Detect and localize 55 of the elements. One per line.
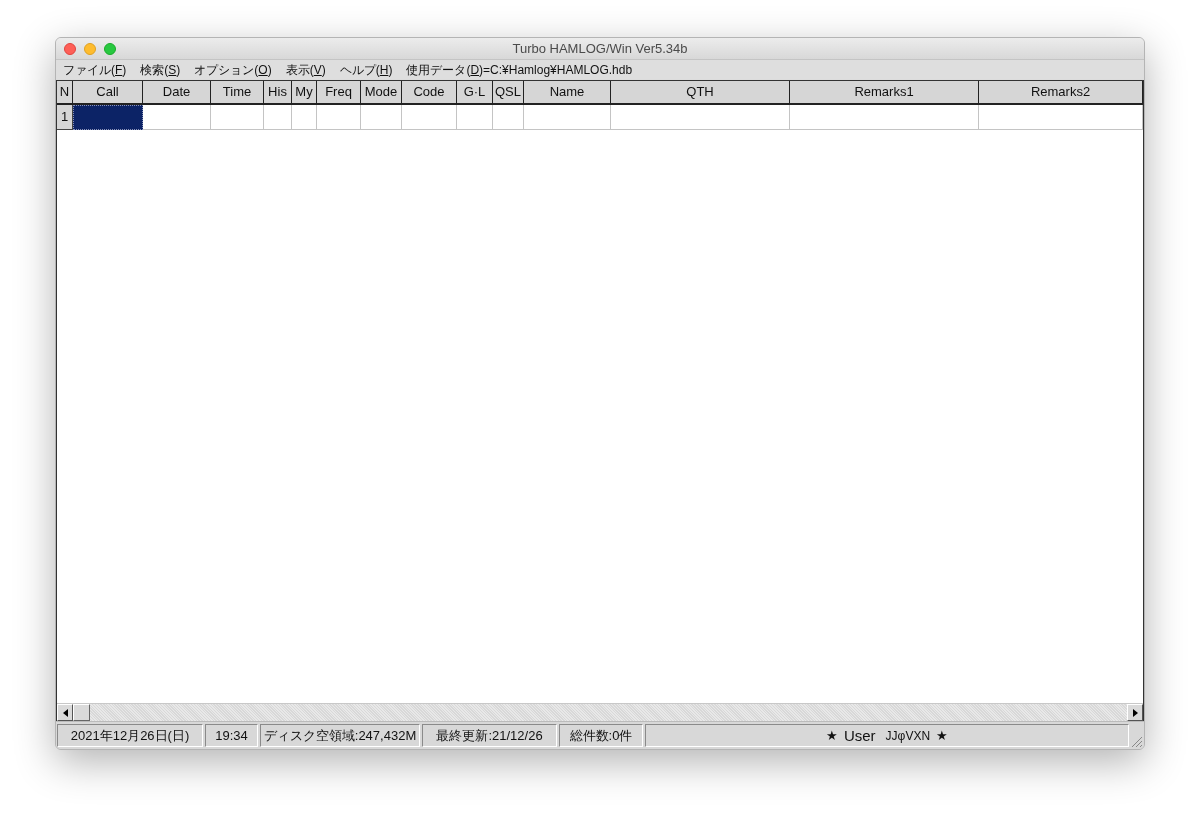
menu-item[interactable]: 検索(S) xyxy=(139,63,182,76)
table-cell[interactable] xyxy=(611,105,790,130)
triangle-right-icon xyxy=(1132,708,1138,717)
table-cell[interactable] xyxy=(457,105,493,130)
menu-item[interactable]: 使用データ(D)=C:¥Hamlog¥HAMLOG.hdb xyxy=(405,63,634,76)
row-number: 1 xyxy=(57,105,73,130)
zoom-button[interactable] xyxy=(104,42,116,55)
column-header[interactable]: N xyxy=(57,81,73,103)
table-cell[interactable] xyxy=(317,105,361,130)
column-header[interactable]: Name xyxy=(524,81,611,103)
column-header[interactable]: My xyxy=(292,81,317,103)
column-header[interactable]: Date xyxy=(143,81,211,103)
table-cell[interactable] xyxy=(211,105,264,130)
window-title: Turbo HAMLOG/Win Ver5.34b xyxy=(512,42,688,55)
table-cell[interactable] xyxy=(493,105,524,130)
column-header[interactable]: His xyxy=(264,81,292,103)
status-panel: 総件数:0件 xyxy=(559,724,643,747)
table-cell[interactable] xyxy=(264,105,292,130)
resize-grip-icon xyxy=(1131,736,1143,748)
column-header[interactable]: QTH xyxy=(611,81,790,103)
table-cell[interactable] xyxy=(361,105,402,130)
callsign-text: JJφVXN xyxy=(885,729,931,742)
column-header[interactable]: Remarks2 xyxy=(979,81,1143,103)
triangle-left-icon xyxy=(62,708,68,717)
scroll-left-button[interactable] xyxy=(57,704,73,721)
status-panel: 2021年12月26日(日) xyxy=(57,724,203,747)
scroll-right-button[interactable] xyxy=(1127,704,1143,721)
column-header[interactable]: Time xyxy=(211,81,264,103)
close-button[interactable] xyxy=(64,42,76,55)
star-mark: ★ xyxy=(825,729,838,742)
scrollbar-thumb[interactable] xyxy=(73,704,90,721)
table-cell[interactable] xyxy=(402,105,457,130)
table-cell[interactable] xyxy=(979,105,1143,130)
status-panel: 19:34 xyxy=(205,724,258,747)
column-header[interactable]: Call xyxy=(73,81,143,103)
menu-item[interactable]: ヘルプ(H) xyxy=(338,63,394,76)
table-cell[interactable] xyxy=(292,105,317,130)
table-cell[interactable] xyxy=(524,105,611,130)
table-cell[interactable] xyxy=(790,105,979,130)
menu-item[interactable]: 表示(V) xyxy=(284,63,327,76)
column-header[interactable]: Mode xyxy=(361,81,402,103)
user-label: User xyxy=(843,728,876,743)
column-header[interactable]: Remarks1 xyxy=(790,81,979,103)
minimize-button[interactable] xyxy=(84,42,96,55)
column-header[interactable]: QSL xyxy=(493,81,524,103)
menu-item[interactable]: オプション(O) xyxy=(193,63,273,76)
status-panel: ディスク空領域:247,432M xyxy=(260,724,420,747)
star-mark: ★ xyxy=(936,729,949,742)
column-header[interactable]: Freq xyxy=(317,81,361,103)
menu-item[interactable]: ファイル(F) xyxy=(62,63,128,76)
table-cell[interactable] xyxy=(73,105,143,130)
status-panel: 最終更新:21/12/26 xyxy=(422,724,557,747)
table-cell[interactable] xyxy=(143,105,211,130)
column-header[interactable]: G·L xyxy=(457,81,493,103)
column-header[interactable]: Code xyxy=(402,81,457,103)
